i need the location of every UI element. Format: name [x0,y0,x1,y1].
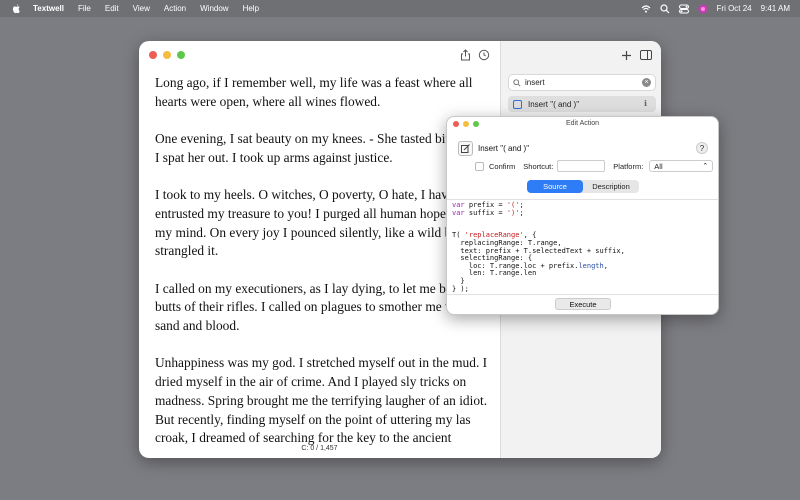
share-icon[interactable] [459,49,471,61]
shortcut-label: Shortcut: [523,161,554,171]
info-icon[interactable]: ℹ [644,99,647,108]
menu-action[interactable]: Action [164,4,186,13]
help-button[interactable]: ? [696,142,708,154]
menu-view[interactable]: View [133,4,150,13]
paragraph: Unhappiness was my god. I stretched myse… [155,355,488,446]
tab-source[interactable]: Source [527,180,583,193]
menu-help[interactable]: Help [243,4,259,13]
execute-button[interactable]: Execute [555,298,611,310]
search-field[interactable]: insert × [508,74,656,91]
action-options: Confirm Shortcut: Platform: All ⌃ [475,160,714,172]
character-count: C: 0 / 1,457 [301,445,338,452]
menu-bar: Textwell File Edit View Action Window He… [0,0,800,17]
menu-window[interactable]: Window [200,4,228,13]
source-code-editor[interactable]: var prefix = '('; var suffix = ')'; T( '… [447,199,718,295]
action-icon [513,99,522,109]
document-text[interactable]: Long ago, if I remember well, my life wa… [155,74,495,458]
menu-app-name[interactable]: Textwell [33,4,64,13]
panel-title: Edit Action [565,120,600,127]
menu-time[interactable]: 9:41 AM [761,4,790,13]
minimize-button[interactable] [163,51,171,59]
confirm-checkbox[interactable] [475,161,484,171]
search-icon[interactable] [659,3,670,14]
edit-action-panel: Edit Action Insert "( and )" ? Confirm S… [446,116,719,315]
action-name-field[interactable]: Insert "( and )" [478,144,529,153]
platform-select[interactable]: All ⌃ [649,160,714,172]
paragraph: Long ago, if I remember well, my life wa… [155,75,473,109]
chevron-updown-icon: ⌃ [702,163,709,170]
window-controls [149,51,185,59]
paragraph: I took to my heels. O witches, O poverty… [155,187,495,259]
search-icon [513,78,521,87]
list-item[interactable]: Insert "( and )" ℹ [508,96,656,112]
platform-label: Platform: [613,161,644,171]
search-input[interactable]: insert [525,78,545,87]
action-label: Insert "( and )" [528,99,580,109]
history-icon[interactable] [478,49,490,61]
menu-edit[interactable]: Edit [105,4,119,13]
zoom-button[interactable] [177,51,185,59]
apple-menu-icon[interactable] [10,3,22,15]
add-icon[interactable] [620,49,632,61]
control-center-icon[interactable] [678,4,689,14]
clear-search-icon[interactable]: × [642,78,651,87]
shortcut-field[interactable] [557,160,606,172]
wifi-icon[interactable] [641,4,651,14]
edit-icon[interactable] [458,141,473,156]
platform-value: All [654,161,663,171]
menu-file[interactable]: File [78,4,91,13]
tab-description[interactable]: Description [583,180,639,193]
siri-icon[interactable] [698,4,708,14]
source-description-tabs: Source Description [527,180,639,193]
confirm-label: Confirm [489,161,516,171]
paragraph: I called on my executioners, as I lay dy… [155,280,479,334]
sidebar-toggle-icon[interactable] [640,49,652,61]
menu-date[interactable]: Fri Oct 24 [717,4,752,13]
paragraph: One evening, I sat beauty on my knees. -… [155,131,492,165]
close-button[interactable] [149,51,157,59]
